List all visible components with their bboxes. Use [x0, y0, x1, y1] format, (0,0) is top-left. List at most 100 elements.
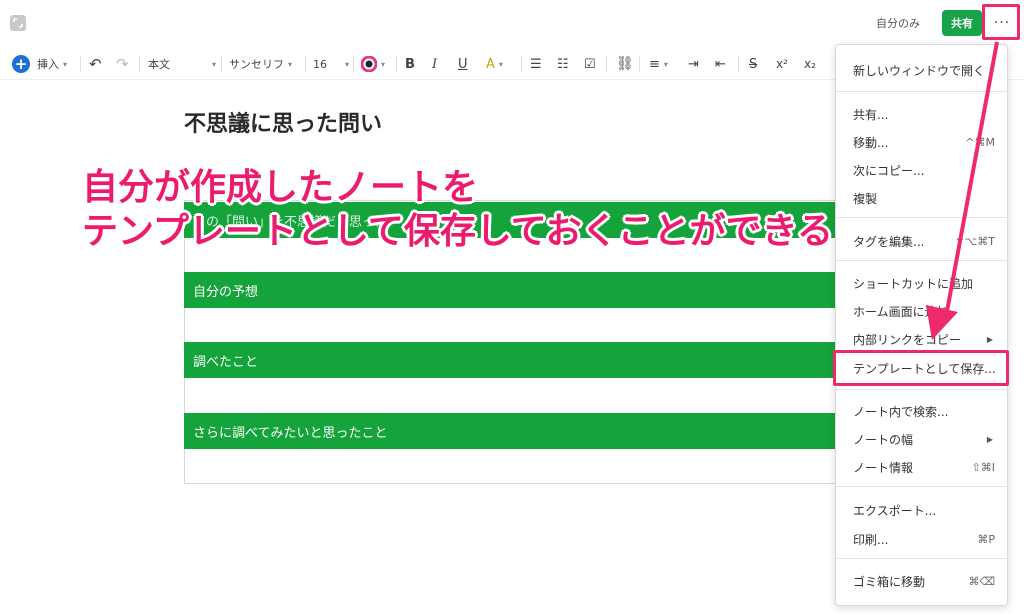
toolbar-divider: [639, 56, 640, 72]
chevron-down-icon: ▾: [498, 59, 503, 69]
menu-item-label: ショートカットに追加: [853, 276, 974, 291]
more-options-menu: 新しいウィンドウで開く 共有... 移動... ^⌘M 次にコピー... 複製 タ…: [835, 44, 1009, 606]
numbered-list-icon[interactable]: ☷: [557, 48, 569, 80]
menu-item-label: ノートの幅: [853, 432, 914, 447]
toolbar-divider: [396, 56, 397, 72]
menu-divider: [836, 217, 1009, 218]
font-family-value: サンセリフ: [229, 58, 284, 71]
color-wheel-icon: [361, 56, 377, 72]
menu-divider: [836, 389, 1009, 390]
toolbar-divider: [305, 56, 306, 72]
insert-label: 挿入: [37, 58, 59, 71]
text-color-picker[interactable]: ▾: [361, 48, 385, 80]
align-icon[interactable]: ≡ ▾: [649, 48, 668, 80]
menu-item-share[interactable]: 共有...: [836, 101, 1009, 127]
table-header-row[interactable]: さらに調べてみたいと思ったこと: [184, 413, 836, 449]
menu-item-home-screen[interactable]: ホーム画面に追加: [836, 298, 1009, 324]
menu-item-open-new-window[interactable]: 新しいウィンドウで開く: [836, 57, 1009, 83]
undo-icon[interactable]: ↶: [89, 48, 102, 80]
text-style-select[interactable]: 本文 ▾: [148, 48, 216, 80]
menu-item-move-to-trash[interactable]: ゴミ箱に移動 ⌘⌫: [836, 568, 1009, 594]
menu-item-label: エクスポート...: [853, 503, 937, 518]
menu-item-label: 複製: [853, 191, 878, 206]
menu-item-label: タグを編集...: [853, 234, 925, 249]
shortcut-label: ⇧⌘I: [971, 460, 995, 474]
indent-icon[interactable]: ⇥: [688, 48, 699, 80]
menu-item-move[interactable]: 移動... ^⌘M: [836, 129, 1009, 155]
menu-divider: [836, 260, 1009, 261]
annotation-line-2: テンプレートとして保存しておくことができる: [82, 211, 833, 252]
shortcut-label: ^⌘M: [965, 135, 995, 149]
menu-divider: [836, 91, 1009, 92]
shortcut-label: ^⌥⌘T: [955, 234, 995, 248]
menu-item-label: ノート情報: [853, 460, 914, 475]
checklist-icon[interactable]: ☑: [584, 48, 596, 80]
menu-item-label: ノート内で検索...: [853, 404, 949, 419]
menu-item-label: 移動...: [853, 135, 889, 150]
toolbar-divider: [521, 56, 522, 72]
menu-item-find-in-note[interactable]: ノート内で検索...: [836, 398, 1009, 424]
font-size-select[interactable]: 16 ▾: [313, 48, 349, 80]
toolbar-divider: [606, 56, 607, 72]
toolbar-divider: [221, 56, 222, 72]
chevron-down-icon: ▾: [288, 59, 293, 69]
shortcut-label: ⌘⌫: [968, 574, 995, 588]
menu-item-label: ホーム画面に追加: [853, 304, 949, 319]
bulleted-list-icon[interactable]: ☰: [530, 48, 542, 80]
insert-menu[interactable]: 挿入 ▾: [37, 48, 67, 80]
toolbar-divider: [738, 56, 739, 72]
visibility-label[interactable]: 自分のみ: [876, 15, 920, 31]
font-family-select[interactable]: サンセリフ ▾: [229, 48, 292, 80]
menu-item-label: 印刷...: [853, 532, 889, 547]
highlight-icon[interactable]: A ▾: [486, 48, 503, 80]
chevron-down-icon: ▾: [381, 59, 386, 69]
superscript-icon[interactable]: x²: [776, 48, 788, 80]
link-icon[interactable]: ⛓: [616, 48, 634, 80]
chevron-right-icon: ▶: [986, 434, 993, 444]
font-size-value: 16: [313, 57, 327, 71]
menu-item-label: ゴミ箱に移動: [853, 574, 926, 589]
strikethrough-icon[interactable]: S: [749, 48, 757, 80]
menu-item-label: 次にコピー...: [853, 163, 925, 178]
menu-divider: [836, 558, 1009, 559]
expand-icon[interactable]: [10, 15, 26, 31]
menu-item-edit-tags[interactable]: タグを編集... ^⌥⌘T: [836, 228, 1009, 254]
top-bar: 自分のみ 共有 ···: [0, 0, 1024, 46]
menu-item-export[interactable]: エクスポート...: [836, 497, 1009, 523]
shortcut-label: ⌘P: [977, 532, 995, 546]
toolbar-divider: [80, 56, 81, 72]
menu-divider: [836, 486, 1009, 487]
menu-item-label: 共有...: [853, 107, 889, 122]
note-title[interactable]: 不思議に思った問い: [184, 106, 382, 138]
italic-icon[interactable]: I: [432, 48, 437, 80]
share-button[interactable]: 共有: [942, 10, 982, 36]
chevron-right-icon: ▶: [986, 334, 993, 344]
chevron-down-icon: ▾: [211, 59, 216, 69]
chevron-down-icon: ▾: [63, 59, 68, 69]
menu-item-note-width[interactable]: ノートの幅 ▶: [836, 426, 1009, 452]
outdent-icon[interactable]: ⇤: [715, 48, 726, 80]
menu-item-add-shortcut[interactable]: ショートカットに追加: [836, 270, 1009, 296]
chevron-down-icon: ▾: [663, 59, 668, 69]
underline-icon[interactable]: U: [458, 48, 468, 80]
redo-icon[interactable]: ↷: [116, 48, 129, 80]
menu-item-duplicate[interactable]: 複製: [836, 185, 1009, 211]
menu-item-label: 新しいウィンドウで開く: [853, 63, 986, 78]
toolbar-divider: [353, 56, 354, 72]
menu-item-label: 内部リンクをコピー: [853, 332, 962, 347]
menu-item-copy-internal-link[interactable]: 内部リンクをコピー ▶: [836, 326, 1009, 352]
text-style-value: 本文: [148, 58, 170, 71]
table-header-row[interactable]: 調べたこと: [184, 342, 836, 378]
bold-icon[interactable]: B: [405, 48, 415, 80]
chevron-down-icon: ▾: [344, 59, 349, 69]
menu-item-copy-to[interactable]: 次にコピー...: [836, 157, 1009, 183]
insert-plus-icon[interactable]: +: [12, 55, 30, 73]
subscript-icon[interactable]: x₂: [804, 48, 816, 80]
more-button-highlight: [982, 4, 1020, 40]
toolbar-divider: [139, 56, 140, 72]
template-item-highlight: [833, 350, 1009, 386]
menu-item-note-info[interactable]: ノート情報 ⇧⌘I: [836, 454, 1009, 480]
table-header-row[interactable]: 自分の予想: [184, 272, 836, 308]
menu-item-print[interactable]: 印刷... ⌘P: [836, 526, 1009, 552]
annotation-line-1: 自分が作成したノートを: [82, 167, 479, 208]
